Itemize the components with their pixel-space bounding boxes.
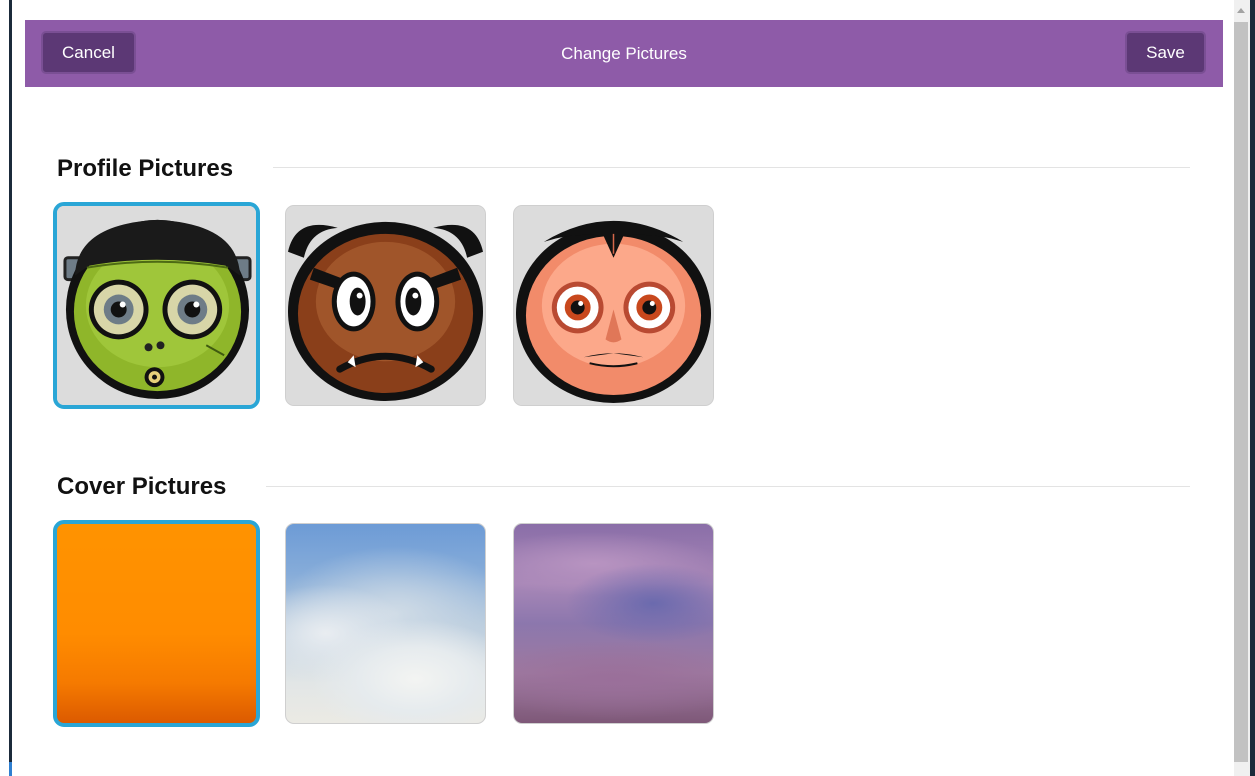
profile-pictures-heading: Profile Pictures: [57, 155, 234, 182]
page-title: Change Pictures: [561, 44, 687, 63]
save-button[interactable]: Save: [1125, 31, 1206, 74]
cover-picture-orange[interactable]: [53, 520, 260, 727]
window-right-edge: [1250, 0, 1255, 776]
window-left-edge-accent: [9, 762, 12, 776]
scrollbar-thumb[interactable]: [1234, 22, 1248, 762]
cover-picture-sky[interactable]: [285, 523, 486, 724]
profile-picture-goomba[interactable]: [285, 205, 486, 406]
cover-picture-purple[interactable]: [513, 523, 714, 724]
profile-picture-frankenstein[interactable]: [53, 202, 260, 409]
cancel-button[interactable]: Cancel: [41, 31, 136, 74]
vertical-scrollbar[interactable]: [1234, 0, 1255, 776]
cover-pictures-heading: Cover Pictures: [57, 473, 227, 500]
dracula-avatar-image: [514, 206, 713, 405]
profile-picture-dracula[interactable]: [513, 205, 714, 406]
goomba-avatar-image: [286, 206, 485, 405]
profile-section-divider: [273, 167, 1190, 168]
window-left-edge: [0, 0, 12, 776]
frankenstein-avatar-image: [57, 206, 256, 405]
header-bar: Change Pictures Cancel Save: [25, 20, 1223, 87]
scroll-up-arrow-icon[interactable]: [1237, 8, 1245, 13]
cover-section-divider: [266, 486, 1190, 487]
